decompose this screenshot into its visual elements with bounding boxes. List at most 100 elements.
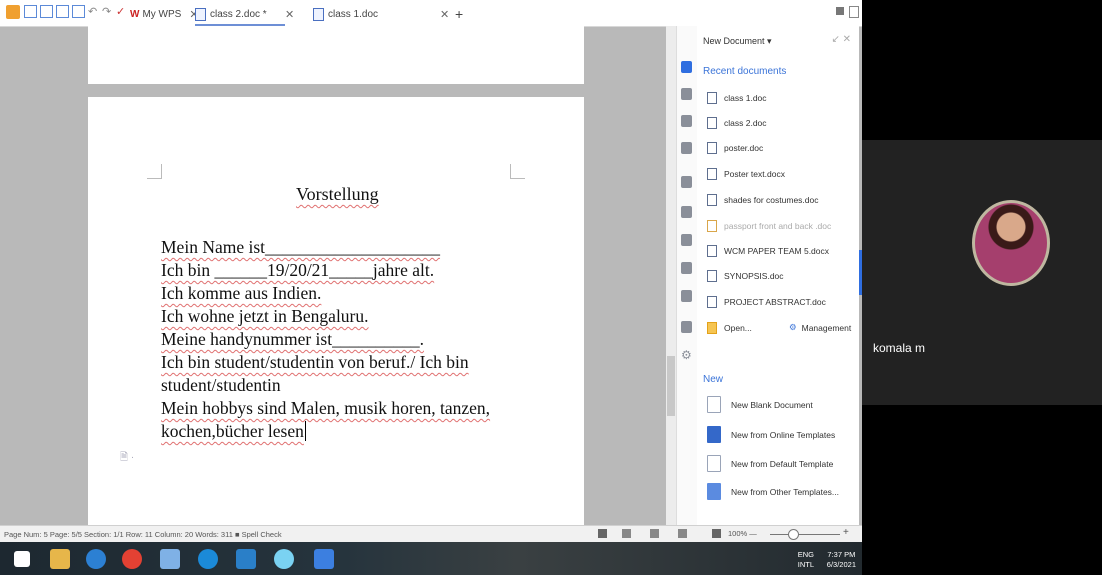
recent-item[interactable]: Poster text.docx <box>707 168 785 180</box>
limit-icon[interactable] <box>681 206 692 218</box>
recent-item[interactable]: passport front and back .doc <box>707 220 831 232</box>
zoom-level[interactable]: 100% — <box>728 529 757 538</box>
tab-my-wps[interactable]: W My WPS ✕ <box>130 4 199 24</box>
template-icon <box>707 455 721 472</box>
new-default-template-button[interactable]: New from Default Template <box>707 455 833 472</box>
recent-item[interactable]: SYNOPSIS.doc <box>707 270 784 282</box>
print-preview-icon[interactable] <box>72 5 85 18</box>
cortana-icon[interactable] <box>274 549 294 569</box>
participant-name: komala m <box>873 341 926 355</box>
new-section-title: New <box>703 374 724 385</box>
select-icon[interactable] <box>681 115 692 127</box>
document-line: student/studentin <box>161 375 281 395</box>
chrome-icon[interactable] <box>122 549 142 569</box>
paste-options-icon[interactable]: 🗎 · <box>120 450 134 467</box>
title-bar: ↶ ↷ ✓ W My WPS ✕ class 2.doc * ✕ class 1… <box>0 0 862 27</box>
format-painter-icon[interactable]: ✓ <box>116 5 130 19</box>
shapes-icon[interactable] <box>681 142 692 154</box>
recent-item[interactable]: WCM PAPER TEAM 5.docx <box>707 245 829 257</box>
document-line: Ich bin ______19/20/21_____jahre alt. <box>161 260 435 280</box>
store-icon[interactable] <box>236 549 256 569</box>
clock[interactable]: 7:37 PM 6/3/2021 <box>827 550 856 570</box>
online-template-icon <box>707 426 721 443</box>
window-restore-icon[interactable] <box>849 6 859 18</box>
page-margin-corner <box>147 164 162 179</box>
style-icon[interactable] <box>681 88 692 100</box>
other-template-icon <box>707 483 721 500</box>
tab-class-1[interactable]: class 1.doc ✕ <box>313 4 453 24</box>
settings-icon[interactable]: ⚙ <box>681 348 692 362</box>
zoom-slider-handle[interactable] <box>788 529 799 540</box>
zoom-in-icon[interactable]: + <box>843 527 849 538</box>
window-layout-icon[interactable] <box>836 7 844 15</box>
document-line: Mein Name ist____________________ <box>161 237 441 257</box>
tab-label: class 2.doc * <box>210 8 267 20</box>
doc-icon <box>313 7 324 21</box>
navigation-icon[interactable] <box>681 290 692 302</box>
print-icon[interactable] <box>56 5 69 18</box>
status-bar: Page Num: 5 Page: 5/5 Section: 1/1 Row: … <box>0 525 862 543</box>
new-tab-button[interactable]: + <box>455 4 463 24</box>
new-other-templates-button[interactable]: New from Other Templates... <box>707 483 839 500</box>
undo-icon[interactable]: ↶ <box>88 5 102 19</box>
property-icon[interactable] <box>681 234 692 246</box>
recent-item[interactable]: shades for costumes.doc <box>707 194 819 206</box>
zoom-fit-icon[interactable] <box>712 529 721 538</box>
panel-controls[interactable]: ↙ ✕ <box>831 34 851 45</box>
export-icon[interactable] <box>40 5 53 18</box>
close-icon[interactable]: ✕ <box>440 8 449 21</box>
edge-icon[interactable] <box>198 549 218 569</box>
panel-header[interactable]: New Document ▾ <box>703 36 772 47</box>
backup-icon[interactable] <box>681 176 692 188</box>
blank-page-icon <box>707 396 721 413</box>
new-document-icon[interactable] <box>681 61 692 73</box>
windows-start-icon[interactable] <box>14 551 30 567</box>
vertical-scrollbar[interactable] <box>666 26 676 525</box>
internet-explorer-icon[interactable] <box>86 549 106 569</box>
document-line: Ich komme aus Indien. <box>161 283 322 303</box>
recent-item[interactable]: poster.doc <box>707 142 763 154</box>
doc-icon <box>195 7 206 21</box>
recent-documents-title: Recent documents <box>703 66 787 77</box>
wps-writer-icon[interactable] <box>314 549 334 569</box>
doc-icon <box>707 168 717 180</box>
new-online-templates-button[interactable]: New from Online Templates <box>707 426 835 443</box>
web-view-icon[interactable] <box>650 529 659 538</box>
management-button[interactable]: ⚙ Management <box>789 322 851 333</box>
doc-icon <box>707 194 717 206</box>
tab-label: class 1.doc <box>328 8 379 20</box>
new-blank-document-button[interactable]: New Blank Document <box>707 396 813 413</box>
system-tray-icons[interactable] <box>708 554 772 564</box>
status-text: Page Num: 5 Page: 5/5 Section: 1/1 Row: … <box>4 530 282 539</box>
doc-icon <box>707 117 717 129</box>
doc-icon <box>707 245 717 257</box>
file-explorer-icon[interactable] <box>50 549 70 569</box>
zoom-slider[interactable] <box>770 534 840 535</box>
participant-avatar <box>972 200 1050 286</box>
save-icon[interactable] <box>24 5 37 18</box>
page-view-icon[interactable] <box>622 529 631 538</box>
share-icon[interactable] <box>681 262 692 274</box>
outline-view-icon[interactable] <box>678 529 687 538</box>
tab-class-2[interactable]: class 2.doc * <box>195 4 285 26</box>
document-line: Meine handynummer ist__________. <box>161 329 424 349</box>
redo-icon[interactable]: ↷ <box>102 5 116 19</box>
close-tab-class-2[interactable]: ✕ <box>285 4 294 24</box>
recent-item[interactable]: class 2.doc <box>707 117 767 129</box>
folder-icon <box>707 322 717 334</box>
doc-icon <box>707 142 717 154</box>
recent-item[interactable]: PROJECT ABSTRACT.doc <box>707 296 826 308</box>
page-margin-corner <box>510 164 525 179</box>
people-icon[interactable] <box>681 321 692 333</box>
app-icon[interactable] <box>160 549 180 569</box>
previous-page <box>88 26 584 84</box>
open-button[interactable]: Open... <box>707 322 752 334</box>
scrollbar-thumb[interactable] <box>667 356 675 416</box>
read-mode-icon[interactable] <box>598 529 607 538</box>
wps-menu-icon[interactable] <box>6 5 20 19</box>
close-icon[interactable]: ✕ <box>285 8 294 21</box>
document-line: Ich wohne jetzt in Bengaluru. <box>161 306 369 326</box>
tab-label: My WPS <box>142 8 182 20</box>
input-language[interactable]: ENG INTL <box>798 550 814 570</box>
recent-item[interactable]: class 1.doc <box>707 92 767 104</box>
